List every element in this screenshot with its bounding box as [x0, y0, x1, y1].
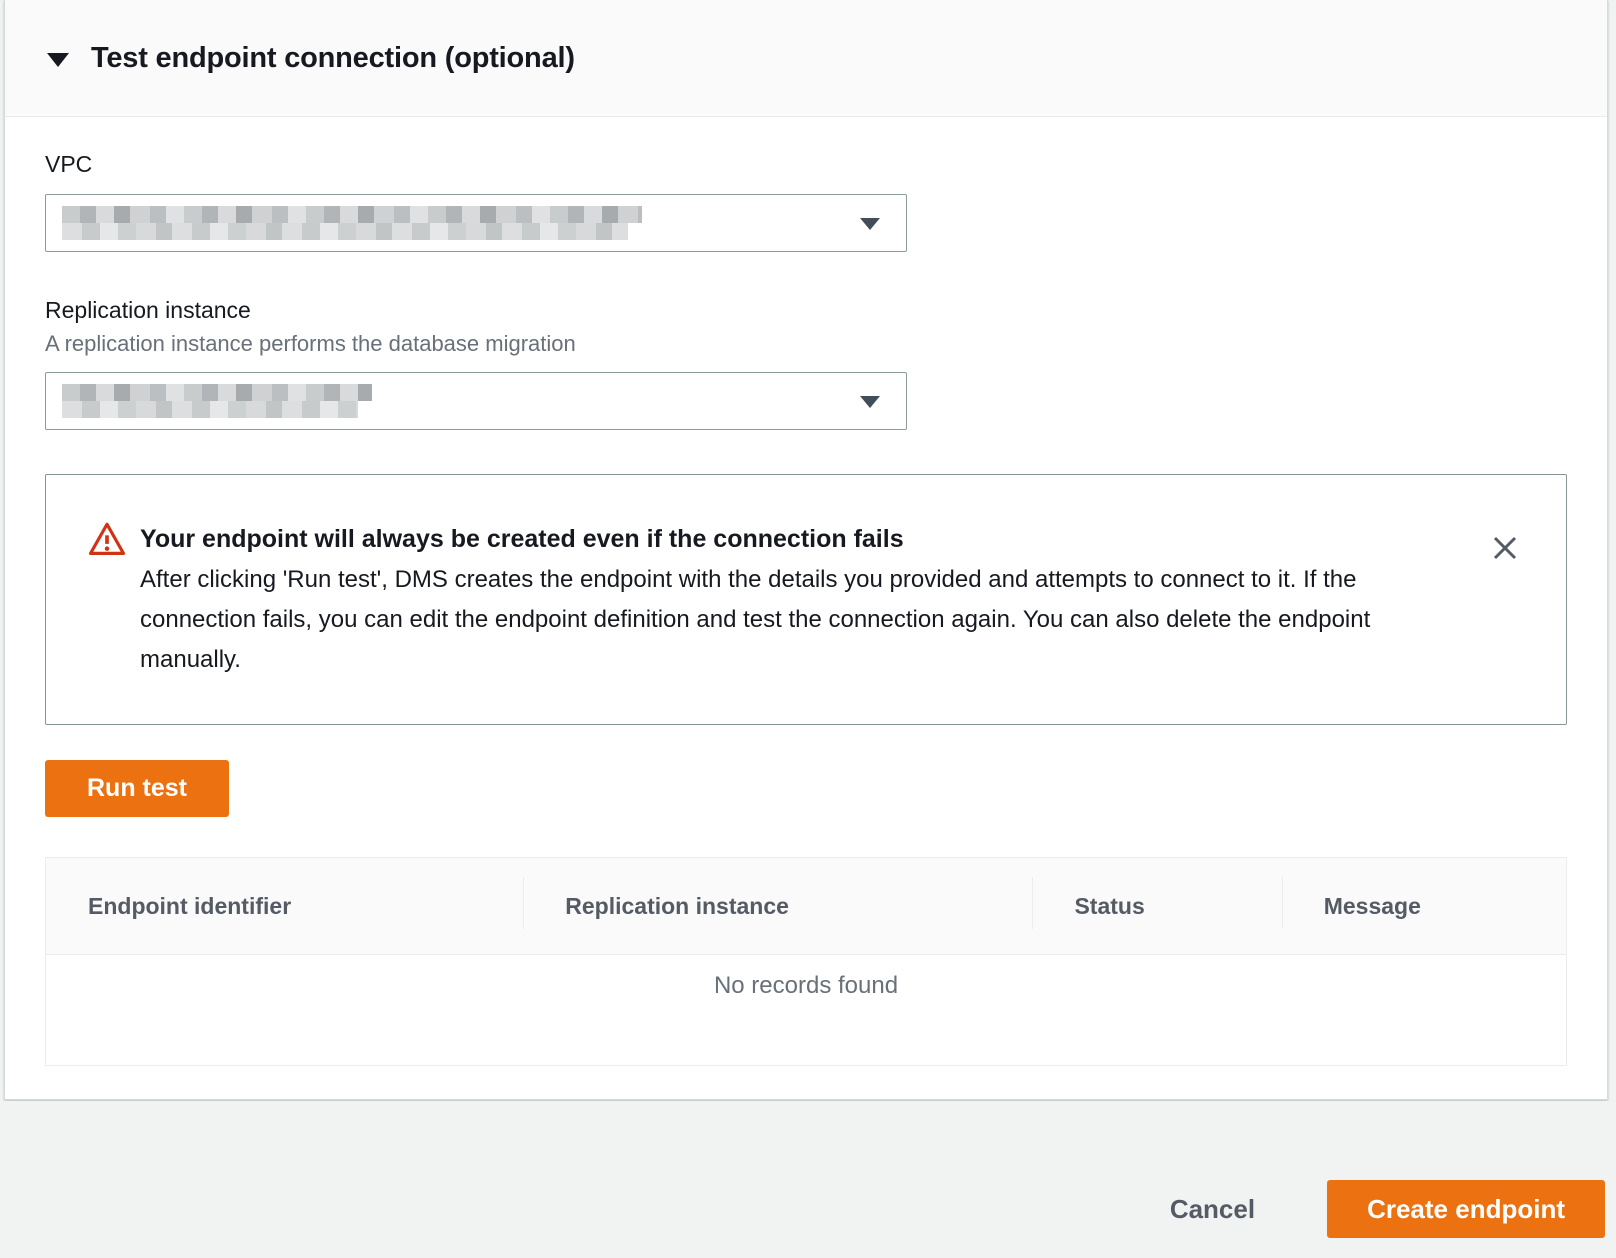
warning-alert-text: Your endpoint will always be created eve… — [140, 519, 1440, 680]
table-header-row: Endpoint identifier Replication instance… — [46, 858, 1566, 955]
test-endpoint-connection-panel: Test endpoint connection (optional) VPC … — [4, 0, 1608, 1100]
warning-triangle-icon — [88, 521, 126, 680]
table-empty-state: No records found — [46, 955, 1566, 1065]
create-endpoint-button[interactable]: Create endpoint — [1327, 1180, 1605, 1238]
close-icon[interactable] — [1488, 531, 1522, 565]
section-title: Test endpoint connection (optional) — [91, 42, 575, 75]
column-header-endpoint-identifier: Endpoint identifier — [46, 858, 523, 954]
vpc-selected-value-redacted — [62, 206, 642, 240]
page-footer: Cancel Create endpoint — [0, 1101, 1616, 1258]
column-header-status: Status — [1032, 858, 1281, 954]
column-header-replication-instance: Replication instance — [523, 858, 1032, 954]
vpc-label: VPC — [45, 151, 1567, 178]
cancel-button[interactable]: Cancel — [1170, 1194, 1255, 1225]
replication-instance-select[interactable] — [45, 372, 907, 430]
vpc-select[interactable] — [45, 194, 907, 252]
warning-alert-title: Your endpoint will always be created eve… — [140, 519, 1440, 559]
no-records-found-text: No records found — [714, 972, 898, 999]
caret-down-icon — [860, 218, 880, 230]
run-test-button[interactable]: Run test — [45, 760, 229, 817]
test-results-table: Endpoint identifier Replication instance… — [45, 857, 1567, 1066]
warning-alert: Your endpoint will always be created eve… — [45, 474, 1567, 725]
replication-instance-description: A replication instance performs the data… — [45, 331, 1567, 357]
section-header-test-endpoint-connection[interactable]: Test endpoint connection (optional) — [5, 0, 1607, 117]
replication-instance-label: Replication instance — [45, 297, 1567, 324]
footer-actions: Cancel Create endpoint — [1170, 1180, 1605, 1238]
column-header-message: Message — [1282, 858, 1566, 954]
caret-down-icon — [860, 396, 880, 408]
replication-instance-selected-value-redacted — [62, 384, 372, 418]
warning-alert-body: After clicking 'Run test', DMS creates t… — [140, 560, 1440, 680]
triangle-down-icon — [47, 53, 69, 67]
section-body: VPC Replication instance A replication i… — [5, 151, 1607, 1066]
